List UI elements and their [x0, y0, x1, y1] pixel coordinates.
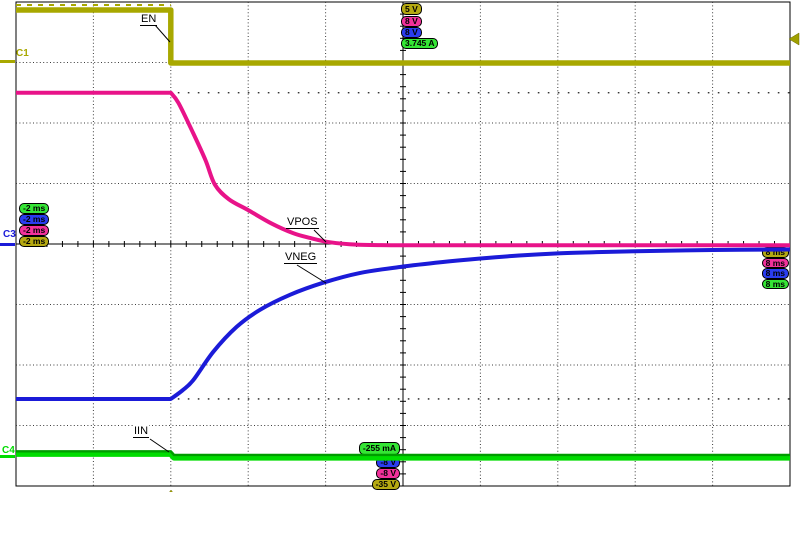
cursor-badge-top: 8 V: [401, 27, 422, 38]
cursor-badge-top: 3.745 A: [401, 38, 438, 49]
cursor-badge-top: 5 V: [401, 3, 422, 15]
cursor-badge-right: 8 ms: [762, 279, 789, 290]
status-bar: C1 F BwL DC1M 5.00 V/div 15.000 V C2 F B…: [0, 492, 800, 547]
cursor-badge-bottom: -255 mA: [359, 442, 400, 455]
cursor-badge-bottom: -8 V: [376, 468, 400, 479]
cursor-badge-right: 8 ms: [762, 247, 789, 258]
cursor-badge-bottom: -8 V: [376, 457, 400, 468]
cursor-badge-layer: 5 V8 V8 V3.745 A-255 mA-8 V-8 V-35 V-2 m…: [0, 0, 800, 547]
cursor-badge-left: -2 ms: [19, 236, 49, 247]
channel-zero-dash-c4: [0, 455, 15, 458]
cursor-badge-left: -2 ms: [19, 214, 49, 225]
cursor-badge-left: -2 ms: [19, 225, 49, 236]
channel-zero-dash-c3: [0, 243, 15, 246]
cursor-badge-right: 8 ms: [762, 268, 789, 279]
cursor-badge-right: 8 ms: [762, 258, 789, 269]
cursor-badge-bottom: -35 V: [372, 479, 400, 490]
cursor-badge-left: -2 ms: [19, 203, 49, 214]
channel-marker-c1[interactable]: C1: [16, 49, 29, 59]
oscilloscope-screen: 5 V8 V8 V3.745 A-255 mA-8 V-8 V-35 V-2 m…: [0, 0, 800, 547]
channel-zero-dash-c1: [0, 60, 15, 63]
cursor-badge-top: 8 V: [401, 16, 422, 27]
channel-marker-c3[interactable]: C3: [3, 230, 16, 240]
